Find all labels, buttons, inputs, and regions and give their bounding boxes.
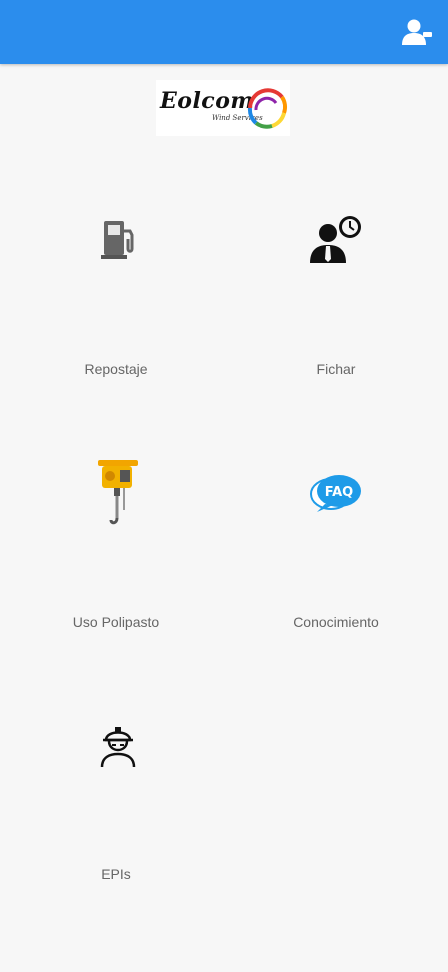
menu-item-uso-polipasto[interactable]: Uso Polipasto xyxy=(4,456,228,706)
profile-button[interactable] xyxy=(400,16,434,48)
menu-item-label: Repostaje xyxy=(84,361,148,377)
app-bar xyxy=(0,0,448,64)
menu-item-conocimiento[interactable]: FAQ Conocimiento xyxy=(224,456,448,706)
svg-text:FAQ: FAQ xyxy=(325,485,354,500)
logo-name: Eolcom xyxy=(160,88,255,114)
faq-icon: FAQ xyxy=(306,470,366,518)
hoist-icon xyxy=(96,456,140,528)
menu-item-repostaje[interactable]: Repostaje xyxy=(4,214,228,464)
menu-item-label: Conocimiento xyxy=(293,614,379,630)
company-logo: Eolcom Wind Services xyxy=(156,80,290,136)
fuel-pump-icon xyxy=(96,214,140,262)
menu-item-label: Fichar xyxy=(316,361,356,377)
safety-worker-icon xyxy=(96,722,140,770)
logo-color-swirl xyxy=(247,88,288,129)
user-icon xyxy=(402,19,432,45)
menu-item-label: Uso Polipasto xyxy=(72,614,160,630)
menu-item-epis[interactable]: EPIs xyxy=(4,722,228,972)
clock-in-person-icon xyxy=(308,214,364,263)
menu-item-fichar[interactable]: Fichar xyxy=(224,214,448,464)
menu-item-label: EPIs xyxy=(101,866,131,882)
